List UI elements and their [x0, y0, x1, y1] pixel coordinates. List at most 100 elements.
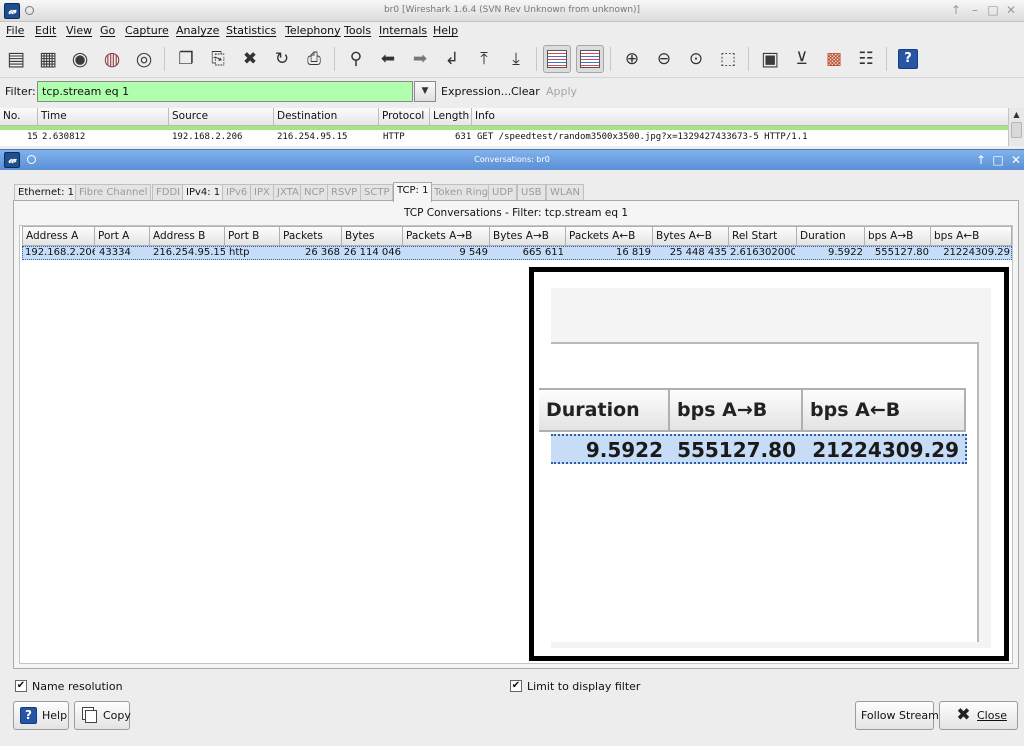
menu-view[interactable]: View	[66, 24, 92, 37]
column-header-address-a[interactable]: Address A	[22, 226, 95, 246]
tab-udp[interactable]: UDP	[488, 184, 518, 201]
dialog-maximize-button[interactable]: □	[991, 153, 1005, 167]
window-maximize-button[interactable]: □	[986, 3, 1000, 17]
menu-internals[interactable]: Internals	[379, 24, 427, 37]
preferences-icon[interactable]: ☷	[852, 45, 880, 73]
packet-row[interactable]: 15 2.630812 192.168.2.206 216.254.95.15 …	[0, 130, 1008, 146]
go-forward-icon[interactable]: ➡	[406, 45, 434, 73]
display-filter-input[interactable]	[37, 81, 413, 102]
tab-token-ring[interactable]: Token Ring	[430, 184, 493, 201]
tab-jxta[interactable]: JXTA	[273, 184, 303, 201]
filter-apply-button[interactable]: Apply	[546, 85, 577, 98]
column-header-bytes-a-to-b[interactable]: Bytes A→B	[490, 226, 566, 246]
go-back-icon[interactable]: ⬅	[374, 45, 402, 73]
interface-list-icon[interactable]: ▤	[2, 45, 30, 73]
column-header-port-b[interactable]: Port B	[225, 226, 280, 246]
tab-sctp[interactable]: SCTP	[360, 184, 394, 201]
column-header-length[interactable]: Length	[430, 108, 472, 126]
column-header-port-a[interactable]: Port A	[95, 226, 150, 246]
conversation-row[interactable]: 192.168.2.206 43334 216.254.95.15 http 2…	[22, 246, 1012, 260]
menu-go[interactable]: Go	[100, 24, 115, 37]
resize-columns-icon[interactable]: ⬚	[714, 45, 742, 73]
reload-icon[interactable]: ↻	[268, 45, 296, 73]
tab-rsvp[interactable]: RSVP	[327, 184, 362, 201]
menu-telephony[interactable]: Telephony	[285, 24, 341, 37]
window-raise-button[interactable]: ↑	[949, 3, 963, 17]
tab-wlan[interactable]: WLAN	[546, 184, 585, 201]
restart-capture-icon[interactable]: ◎	[130, 45, 158, 73]
capture-options-icon[interactable]: ▦	[34, 45, 62, 73]
save-as-icon[interactable]: ⎘	[204, 45, 232, 73]
column-header-packets-a-to-b[interactable]: Packets A→B	[403, 226, 490, 246]
scrollbar-thumb[interactable]	[1011, 122, 1022, 138]
menu-edit[interactable]: Edit	[35, 24, 56, 37]
tab-ipv6[interactable]: IPv6	[222, 184, 252, 201]
open-file-icon[interactable]: ❐	[172, 45, 200, 73]
zoom-header-bps-b-to-a: bps A←B	[803, 388, 966, 432]
column-header-info[interactable]: Info	[472, 108, 1008, 126]
window-close-button[interactable]: ✕	[1004, 3, 1018, 17]
zoom-out-icon[interactable]: ⊖	[650, 45, 678, 73]
help-button[interactable]: ? Help	[13, 701, 69, 730]
filter-clear-button[interactable]: Clear	[511, 85, 540, 98]
find-packet-icon[interactable]: ⚲	[342, 45, 370, 73]
packet-list-scrollbar[interactable]: ▲	[1008, 108, 1024, 146]
go-to-packet-icon[interactable]: ↲	[438, 45, 466, 73]
tab-ethernet[interactable]: Ethernet: 1	[14, 184, 78, 201]
menu-capture[interactable]: Capture	[125, 24, 169, 37]
display-filters-icon[interactable]: ⊻	[788, 45, 816, 73]
stop-capture-icon[interactable]: ◍	[98, 45, 126, 73]
column-header-duration[interactable]: Duration	[797, 226, 865, 246]
window-minimize-button[interactable]: –	[968, 3, 982, 17]
close-button[interactable]: ✖ Close	[939, 701, 1018, 730]
tab-usb[interactable]: USB	[517, 184, 546, 201]
go-last-icon[interactable]: ⤓	[502, 45, 530, 73]
column-header-bps-a-to-b[interactable]: bps A→B	[865, 226, 931, 246]
tab-fddi[interactable]: FDDI	[152, 184, 185, 201]
column-header-destination[interactable]: Destination	[274, 108, 379, 126]
name-resolution-checkmark[interactable]: ✔	[15, 680, 27, 692]
cell-port-b: http	[229, 247, 250, 258]
follow-stream-button[interactable]: Follow Stream	[855, 701, 939, 730]
tab-fibre-channel[interactable]: Fibre Channel	[75, 184, 152, 201]
capture-filters-icon[interactable]: ▣	[756, 45, 784, 73]
column-header-no[interactable]: No.	[0, 108, 38, 126]
column-header-rel-start[interactable]: Rel Start	[729, 226, 797, 246]
help-icon: ?	[20, 707, 37, 724]
normal-size-icon[interactable]: ⊙	[682, 45, 710, 73]
tab-ipv4[interactable]: IPv4: 1	[182, 184, 225, 201]
menu-statistics[interactable]: Statistics	[226, 24, 276, 37]
scroll-up-icon[interactable]: ▲	[1011, 109, 1022, 120]
dialog-close-button[interactable]: ✕	[1009, 153, 1023, 167]
go-first-icon[interactable]: ⤒	[470, 45, 498, 73]
column-header-bytes-b-to-a[interactable]: Bytes A←B	[653, 226, 729, 246]
column-header-address-b[interactable]: Address B	[150, 226, 225, 246]
dialog-raise-button[interactable]: ↑	[974, 153, 988, 167]
tab-ipx[interactable]: IPX	[250, 184, 274, 201]
print-icon[interactable]: ⎙	[300, 45, 328, 73]
column-header-source[interactable]: Source	[169, 108, 274, 126]
menu-help[interactable]: Help	[433, 24, 458, 37]
column-header-bps-b-to-a[interactable]: bps A←B	[931, 226, 1012, 246]
column-header-protocol[interactable]: Protocol	[379, 108, 430, 126]
column-header-packets[interactable]: Packets	[280, 226, 342, 246]
menu-tools[interactable]: Tools	[344, 24, 371, 37]
coloring-rules-icon[interactable]: ▩	[820, 45, 848, 73]
colorize-icon[interactable]	[543, 45, 571, 73]
limit-display-filter-checkmark[interactable]: ✔	[510, 680, 522, 692]
help-icon[interactable]: ?	[894, 45, 922, 73]
column-header-bytes[interactable]: Bytes	[342, 226, 403, 246]
copy-button[interactable]: Copy	[74, 701, 131, 730]
zoom-in-icon[interactable]: ⊕	[618, 45, 646, 73]
close-file-icon[interactable]: ✖	[236, 45, 264, 73]
filter-dropdown-button[interactable]: ▼	[414, 81, 436, 102]
tab-ncp[interactable]: NCP	[300, 184, 329, 201]
start-capture-icon[interactable]: ◉	[66, 45, 94, 73]
column-header-packets-b-to-a[interactable]: Packets A←B	[566, 226, 653, 246]
filter-expression-button[interactable]: Expression...	[441, 85, 511, 98]
auto-scroll-icon[interactable]	[576, 45, 604, 73]
menu-file[interactable]: File	[6, 24, 24, 37]
column-header-time[interactable]: Time	[38, 108, 169, 126]
tab-tcp[interactable]: TCP: 1	[393, 182, 433, 202]
menu-analyze[interactable]: Analyze	[176, 24, 219, 37]
